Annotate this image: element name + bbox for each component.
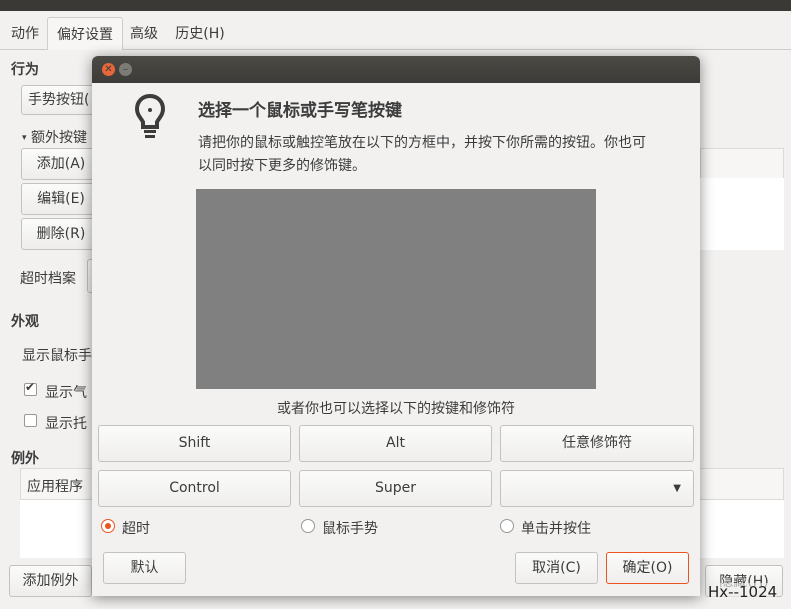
exceptions-heading: 例外 xyxy=(11,451,39,467)
default-button[interactable]: 默认 xyxy=(103,552,186,584)
capture-area[interactable] xyxy=(196,189,596,389)
instructions-line-2: 以同时按下更多的修饰键。 xyxy=(198,158,366,174)
select-button-dialog: ✕ – 选择一个鼠标或手写笔按键 请把你的鼠标或触控笔放在以下的方框中，并按下你… xyxy=(92,56,700,596)
control-toggle-button[interactable]: Control xyxy=(98,470,291,507)
behavior-heading: 行为 xyxy=(11,62,39,78)
delete-button[interactable]: 删除(R) xyxy=(21,218,101,250)
expander-triangle-icon: ▾ xyxy=(22,133,27,143)
extra-buttons-expander[interactable]: ▾ 额外按键 xyxy=(22,127,87,147)
check-icon: ✔ xyxy=(25,380,36,394)
tab-advanced[interactable]: 高级 xyxy=(124,17,164,49)
tab-bar: 动作 偏好设置 高级 历史(H) xyxy=(0,17,791,50)
radio-dot-icon xyxy=(105,523,111,529)
alt-toggle-button[interactable]: Alt xyxy=(299,425,492,462)
dropdown-arrow-icon: ▼ xyxy=(673,483,681,494)
minimize-icon[interactable]: – xyxy=(119,63,132,76)
window-titlebar xyxy=(0,0,791,11)
add-button[interactable]: 添加(A) xyxy=(21,148,101,180)
tab-preferences[interactable]: 偏好设置 xyxy=(47,17,123,50)
edit-button[interactable]: 编辑(E) xyxy=(21,183,101,215)
show-mouse-label: 显示鼠标手 xyxy=(22,348,92,364)
mouse-gesture-radio-label: 鼠标手势 xyxy=(322,521,378,537)
timeout-profile-label: 超时档案 xyxy=(20,271,76,287)
show-popup-checkbox[interactable]: ✔ xyxy=(24,380,37,396)
shift-toggle-button[interactable]: Shift xyxy=(98,425,291,462)
show-popup-label: 显示气 xyxy=(45,385,87,401)
super-toggle-button[interactable]: Super xyxy=(299,470,492,507)
or-select-label: 或者你也可以选择以下的按键和修饰符 xyxy=(277,401,515,417)
cancel-button[interactable]: 取消(C) xyxy=(515,552,598,584)
mouse-gesture-radio[interactable] xyxy=(301,519,315,533)
app-column-header[interactable]: 应用程序 xyxy=(27,476,83,496)
lightbulb-icon xyxy=(134,93,166,138)
add-exception-button[interactable]: 添加例外 xyxy=(9,565,92,597)
any-modifier-toggle-button[interactable]: 任意修饰符 xyxy=(500,425,694,462)
appearance-heading: 外观 xyxy=(11,314,39,330)
show-tray-label: 显示托 xyxy=(45,416,87,432)
tab-actions[interactable]: 动作 xyxy=(4,17,46,49)
extra-buttons-list-header xyxy=(700,148,784,178)
timeout-radio-label: 超时 xyxy=(122,521,150,537)
dialog-heading: 选择一个鼠标或手写笔按键 xyxy=(198,101,402,121)
click-hold-radio-label: 单击并按住 xyxy=(521,521,591,537)
tab-history[interactable]: 历史(H) xyxy=(168,17,232,49)
extra-buttons-list[interactable] xyxy=(700,178,784,250)
timeout-radio[interactable] xyxy=(101,519,115,533)
instructions-line-1: 请把你的鼠标或触控笔放在以下的方框中，并按下你所需的按钮。你也可 xyxy=(198,135,646,151)
ok-button[interactable]: 确定(O) xyxy=(606,552,689,584)
dialog-titlebar: ✕ – xyxy=(92,56,700,83)
show-tray-checkbox[interactable] xyxy=(24,414,37,427)
button-select-dropdown[interactable]: ▼ xyxy=(500,470,694,507)
click-hold-radio[interactable] xyxy=(500,519,514,533)
extra-buttons-label: 额外按键 xyxy=(30,130,87,146)
watermark-text: Hx--1024 xyxy=(708,583,778,601)
close-icon[interactable]: ✕ xyxy=(102,63,115,76)
